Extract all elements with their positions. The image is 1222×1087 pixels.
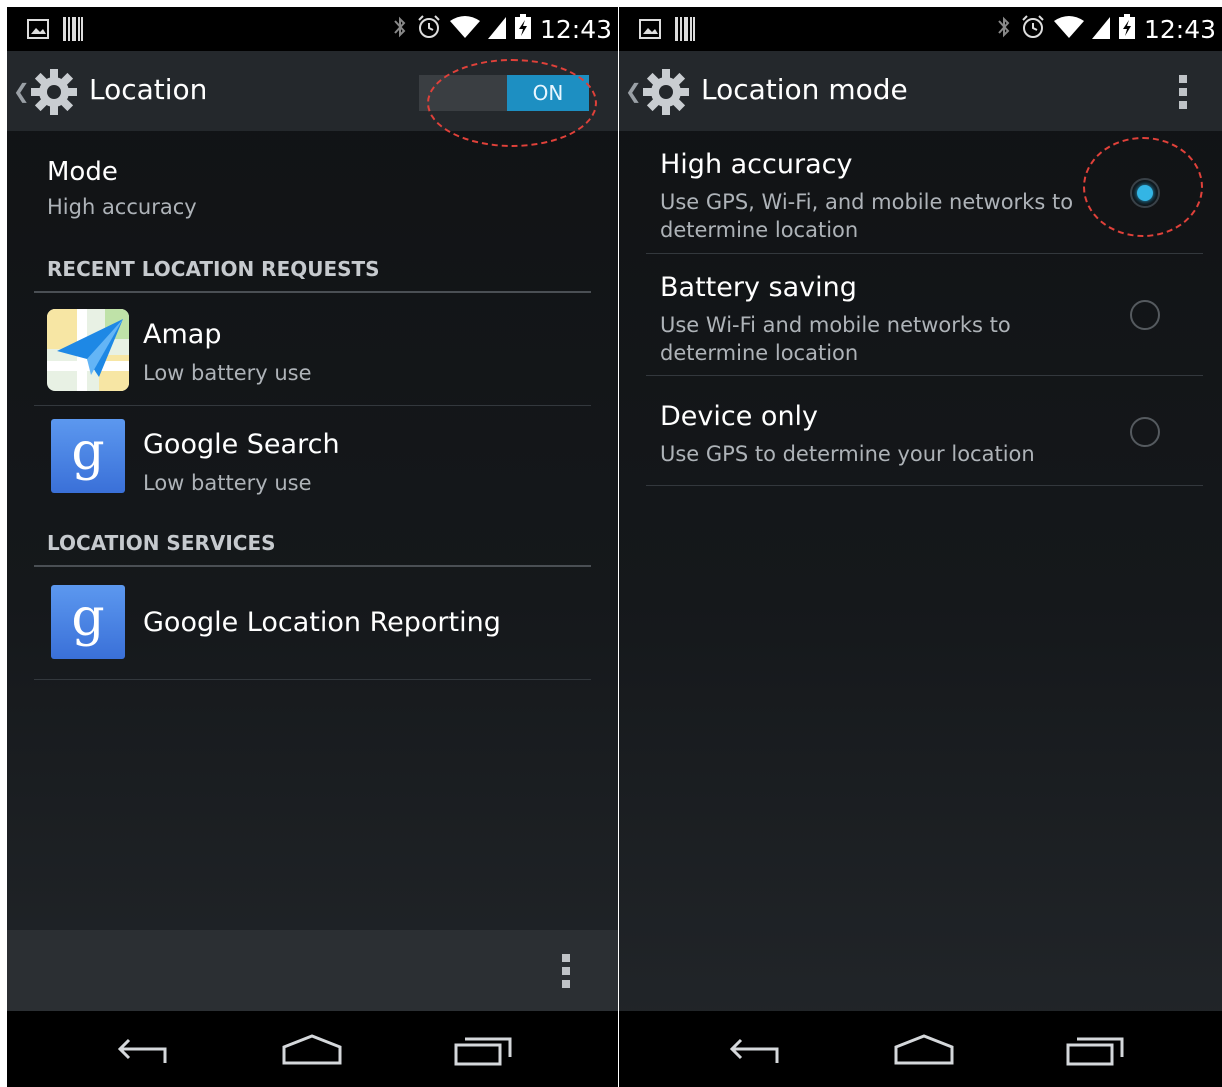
section-divider [34,565,591,567]
home-icon[interactable] [280,1033,344,1071]
up-caret-icon[interactable]: ❮ [13,79,30,103]
battery-charging-icon [1118,14,1136,44]
recent-requests-header: RECENT LOCATION REQUESTS [47,257,380,281]
option-title: Device only [660,401,819,432]
signal-icon [487,15,506,43]
status-time: 12:43 [1143,14,1216,44]
status-bar: 12:43 [619,7,1222,51]
service-row-google-location-reporting[interactable]: g Google Location Reporting [47,585,587,675]
google-search-icon: g [51,419,125,493]
overflow-menu-icon[interactable] [1179,75,1187,109]
section-divider [34,291,591,293]
google-icon: g [51,585,125,659]
google-g-letter: g [71,422,105,482]
option-battery-saving[interactable]: Battery saving Use Wi-Fi and mobile netw… [660,272,1200,367]
mode-preference[interactable]: Mode High accuracy [47,157,197,219]
option-description: Use GPS, Wi-Fi, and mobile networks to d… [660,190,1074,242]
amap-icon [47,309,129,391]
option-device-only[interactable]: Device only Use GPS to determine your lo… [660,401,1200,468]
image-notification-icon [639,19,661,43]
location-settings-screen: 12:43 ❮ Location ON Mode High accuracy R… [7,7,618,1087]
location-mode-screen: 12:43 ❮ Location mode High accuracy Use … [619,7,1222,1087]
image-notification-icon [27,19,49,43]
list-divider [646,485,1203,486]
barcode-notification-icon [675,17,695,45]
recent-apps-icon[interactable] [1065,1033,1127,1071]
list-divider [34,679,591,680]
mode-title: Mode [47,157,118,187]
settings-gear-icon[interactable] [641,67,691,121]
battery-charging-icon [514,14,532,44]
bluetooth-icon [392,15,408,43]
alarm-icon [416,14,442,44]
option-description: Use GPS to determine your location [660,442,1035,466]
mode-summary: High accuracy [47,195,197,219]
recent-apps-icon[interactable] [453,1033,515,1071]
option-title: Battery saving [660,272,857,303]
app-row-amap[interactable]: Amap Low battery use [47,309,587,399]
bluetooth-icon [996,15,1012,43]
back-icon[interactable] [725,1033,785,1071]
app-battery-use: Low battery use [143,361,312,385]
radio-battery-saving[interactable] [1130,300,1160,330]
service-name: Google Location Reporting [143,607,501,638]
app-row-google-search[interactable]: g Google Search Low battery use [47,419,587,509]
signal-icon [1091,15,1110,43]
wifi-icon [1053,15,1084,43]
action-bar: ❮ Location ON [7,51,618,147]
bottom-action-bar [7,930,618,1011]
overflow-menu-icon[interactable] [562,954,570,988]
settings-gear-icon[interactable] [29,67,79,121]
list-divider [34,405,591,406]
action-bar: ❮ Location mode [619,51,1222,131]
page-title: Location mode [701,73,908,106]
wifi-icon [449,15,480,43]
alarm-icon [1020,14,1046,44]
status-bar: 12:43 [7,7,618,51]
location-services-header: LOCATION SERVICES [47,531,276,555]
barcode-notification-icon [63,17,83,45]
annotation-circle [1083,137,1203,237]
home-icon[interactable] [892,1033,956,1071]
app-name: Google Search [143,429,340,460]
app-battery-use: Low battery use [143,471,312,495]
page-title: Location [89,73,208,106]
list-divider [646,253,1203,254]
annotation-circle [427,59,597,147]
radio-device-only[interactable] [1130,417,1160,447]
navigation-bar [7,1011,618,1087]
back-icon[interactable] [113,1033,173,1071]
option-description: Use Wi-Fi and mobile networks to determi… [660,313,1011,365]
google-g-letter: g [71,588,105,648]
navigation-bar [619,1011,1222,1087]
status-time: 12:43 [539,14,612,44]
up-caret-icon[interactable]: ❮ [625,79,642,103]
list-divider [646,375,1203,376]
app-name: Amap [143,319,222,350]
